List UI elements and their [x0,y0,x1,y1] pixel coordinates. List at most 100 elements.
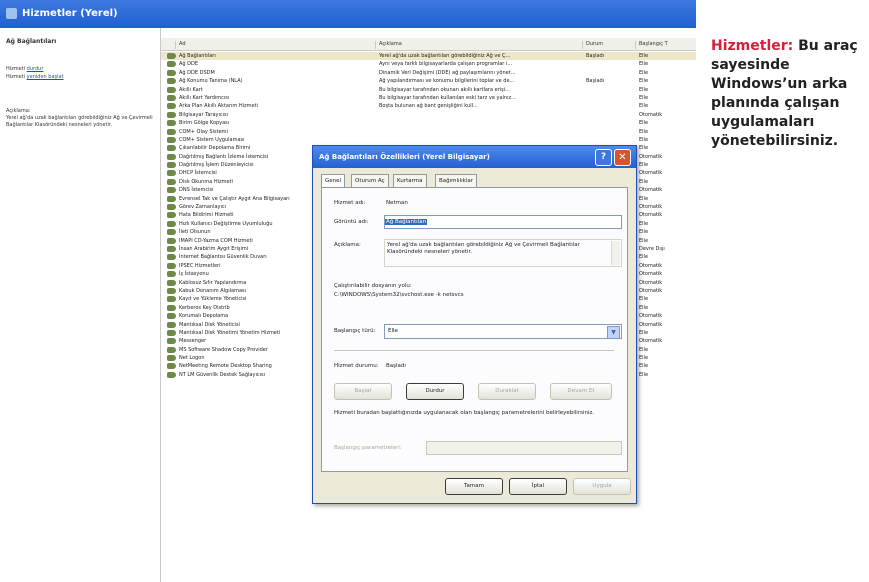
table-row[interactable]: Arka Plan Akıllı Aktarım Hizmeti Boşta bu… [161,102,696,110]
service-startup-cell: Elle [639,69,649,76]
service-gear-icon [167,321,176,328]
start-parameters-input[interactable] [426,441,622,455]
dialog-title: Ağ Bağlantıları Özellikleri (Yerel Bilgi… [319,153,490,161]
exe-path-label: Çalıştırılabilir dosyanın yolu: [334,283,412,289]
service-name-label: Hizmet adı: [334,200,366,206]
tab-log-on[interactable]: Oturum Aç [351,174,389,187]
service-startup-cell: Otomatik [639,262,663,269]
service-startup-cell: Elle [639,128,649,135]
service-startup-cell: Elle [639,371,649,378]
description-field[interactable]: Yerel ağ'da uzak bağlantıları görebildiğ… [384,239,622,267]
service-gear-icon [167,153,176,160]
table-row[interactable]: COM+ Olay Sistemi Elle [161,128,696,136]
stop-button[interactable]: Durdur [406,383,464,400]
restart-service-link[interactable]: yeniden başlat [27,74,64,80]
service-prefix-text: Hizmeti [6,74,26,80]
service-description-cell: Boşta bulunan ağ bant genişliğini kull..… [379,103,478,110]
display-name-label: Görüntü adı: [334,219,369,225]
service-description-cell: Dinamik Veri Değişimi (DDE) ağ paylaşıml… [379,69,516,76]
service-name-cell: Bilgisayar Tarayıcısı [179,111,228,118]
table-row[interactable]: Ağ DDE Aynı veya farklı bilgisayarlarda ç… [161,60,696,68]
service-name-cell: Ağ Bağlantıları [179,53,216,59]
table-row[interactable]: Bilgisayar Tarayıcısı Otomatik [161,111,696,119]
column-header-status[interactable]: Durum [582,41,630,49]
service-gear-icon [167,346,176,353]
service-gear-icon [167,296,176,303]
service-gear-icon [167,287,176,294]
service-gear-icon [167,254,176,261]
service-startup-cell: Otomatik [639,338,663,345]
service-gear-icon [167,128,176,135]
service-gear-icon [167,371,176,378]
service-startup-cell: Elle [639,195,649,202]
service-startup-cell: Elle [639,136,649,143]
service-startup-cell: Elle [639,237,649,244]
service-gear-icon [167,103,176,110]
service-name-cell: Ağ Konumu Tanıma (NLA) [179,78,243,85]
pause-button[interactable]: Duraklat [478,383,536,400]
service-name-cell: Akıllı Kart [179,86,203,93]
display-name-text: Ağ Bağlantıları [385,219,428,225]
table-row[interactable]: Ağ Konumu Tanıma (NLA) Ağ yapılandırması … [161,77,696,85]
chevron-down-icon[interactable]: ▼ [607,326,620,339]
column-header-startup-type[interactable]: Başlangıç T [635,41,695,49]
ok-button[interactable]: Tamam [445,478,503,495]
service-gear-icon [167,136,176,143]
service-gear-icon [167,111,176,118]
help-button[interactable]: ? [595,149,612,166]
service-name-cell: COM+ Olay Sistemi [179,128,228,135]
description-label: Açıklama: [6,108,31,114]
service-gear-icon [167,271,176,278]
service-name-cell: Ağ DDE DSDM [179,69,215,76]
main-window-title: Hizmetler (Yerel) [22,8,118,19]
apply-button[interactable]: Uygula [573,478,631,495]
service-startup-cell: Otomatik [639,153,663,160]
service-gear-icon [167,145,176,152]
service-startup-cell: Otomatik [639,187,663,194]
service-description-pane: Ağ Bağlantıları Hizmeti durdur Hizmeti y… [0,28,161,582]
screenshot: Hizmetler (Yerel) Ağ Bağlantıları Hizmet… [0,0,696,582]
service-startup-cell: Otomatik [639,204,663,211]
selected-service-heading: Ağ Bağlantıları [6,38,57,45]
table-row[interactable]: COM+ Sistem Uygulaması Elle [161,136,696,144]
stop-service-link[interactable]: durdur [27,66,44,72]
service-description-cell: Ağ yapılandırması ve konumu bilgilerini … [379,78,515,85]
service-gear-icon [167,304,176,311]
table-row[interactable]: Ağ DDE DSDM Dinamik Veri Değişimi (DDE) a… [161,69,696,77]
table-row[interactable]: Akıllı Kart Yardımcısı Bu bilgisayar tara… [161,94,696,102]
service-startup-cell: Elle [639,120,649,127]
start-parameters-label: Başlangıç parametreleri: [334,445,402,451]
service-startup-cell: Elle [639,355,649,362]
service-startup-cell: Elle [639,86,649,93]
display-name-field[interactable]: Ağ Bağlantıları [384,215,622,229]
service-name-cell: Akıllı Kart Yardımcısı [179,94,230,101]
service-gear-icon [167,69,176,76]
column-header-name[interactable]: Ad [175,41,369,49]
tab-recovery[interactable]: Kurtarma [393,174,427,187]
list-column-headers: Ad Açıklama Durum Başlangıç T [161,38,696,51]
table-row[interactable]: Ağ Bağlantıları Yerel ağ'da uzak bağlantı… [161,52,696,61]
service-gear-icon [167,262,176,269]
table-row[interactable]: Birim Gölge Kopyası Elle [161,119,696,127]
startup-type-select[interactable]: Elle ▼ [384,324,622,339]
tab-general[interactable]: Genel [321,174,346,188]
resume-button[interactable]: Devam Et [550,383,612,400]
service-properties-dialog: Ağ Bağlantıları Özellikleri (Yerel Bilgi… [312,145,637,504]
service-gear-icon [167,195,176,202]
column-header-description[interactable]: Açıklama [375,41,579,49]
table-row[interactable]: Akıllı Kart Bu bilgisayar tarafından okun… [161,86,696,94]
service-gear-icon [167,61,176,68]
service-gear-icon [167,78,176,85]
description-text: Yerel ağ'da uzak bağlantıları görebildiğ… [6,115,153,128]
service-description-cell: Yerel ağ'da uzak bağlantıları görebildiğ… [379,53,511,59]
description-scrollbar[interactable] [611,241,620,265]
service-startup-cell: Elle [639,254,649,261]
service-gear-icon [167,212,176,219]
caption: Hizmetler: Bu araç sayesinde Windows’un … [711,37,866,151]
tab-dependencies[interactable]: Bağımlılıklar [435,174,477,187]
service-name-cell: Ağ DDE [179,61,199,68]
close-button[interactable]: ✕ [614,149,631,166]
startup-type-value: Elle [388,328,398,334]
start-button[interactable]: Başlat [334,383,392,400]
cancel-button[interactable]: İptal [509,478,567,495]
